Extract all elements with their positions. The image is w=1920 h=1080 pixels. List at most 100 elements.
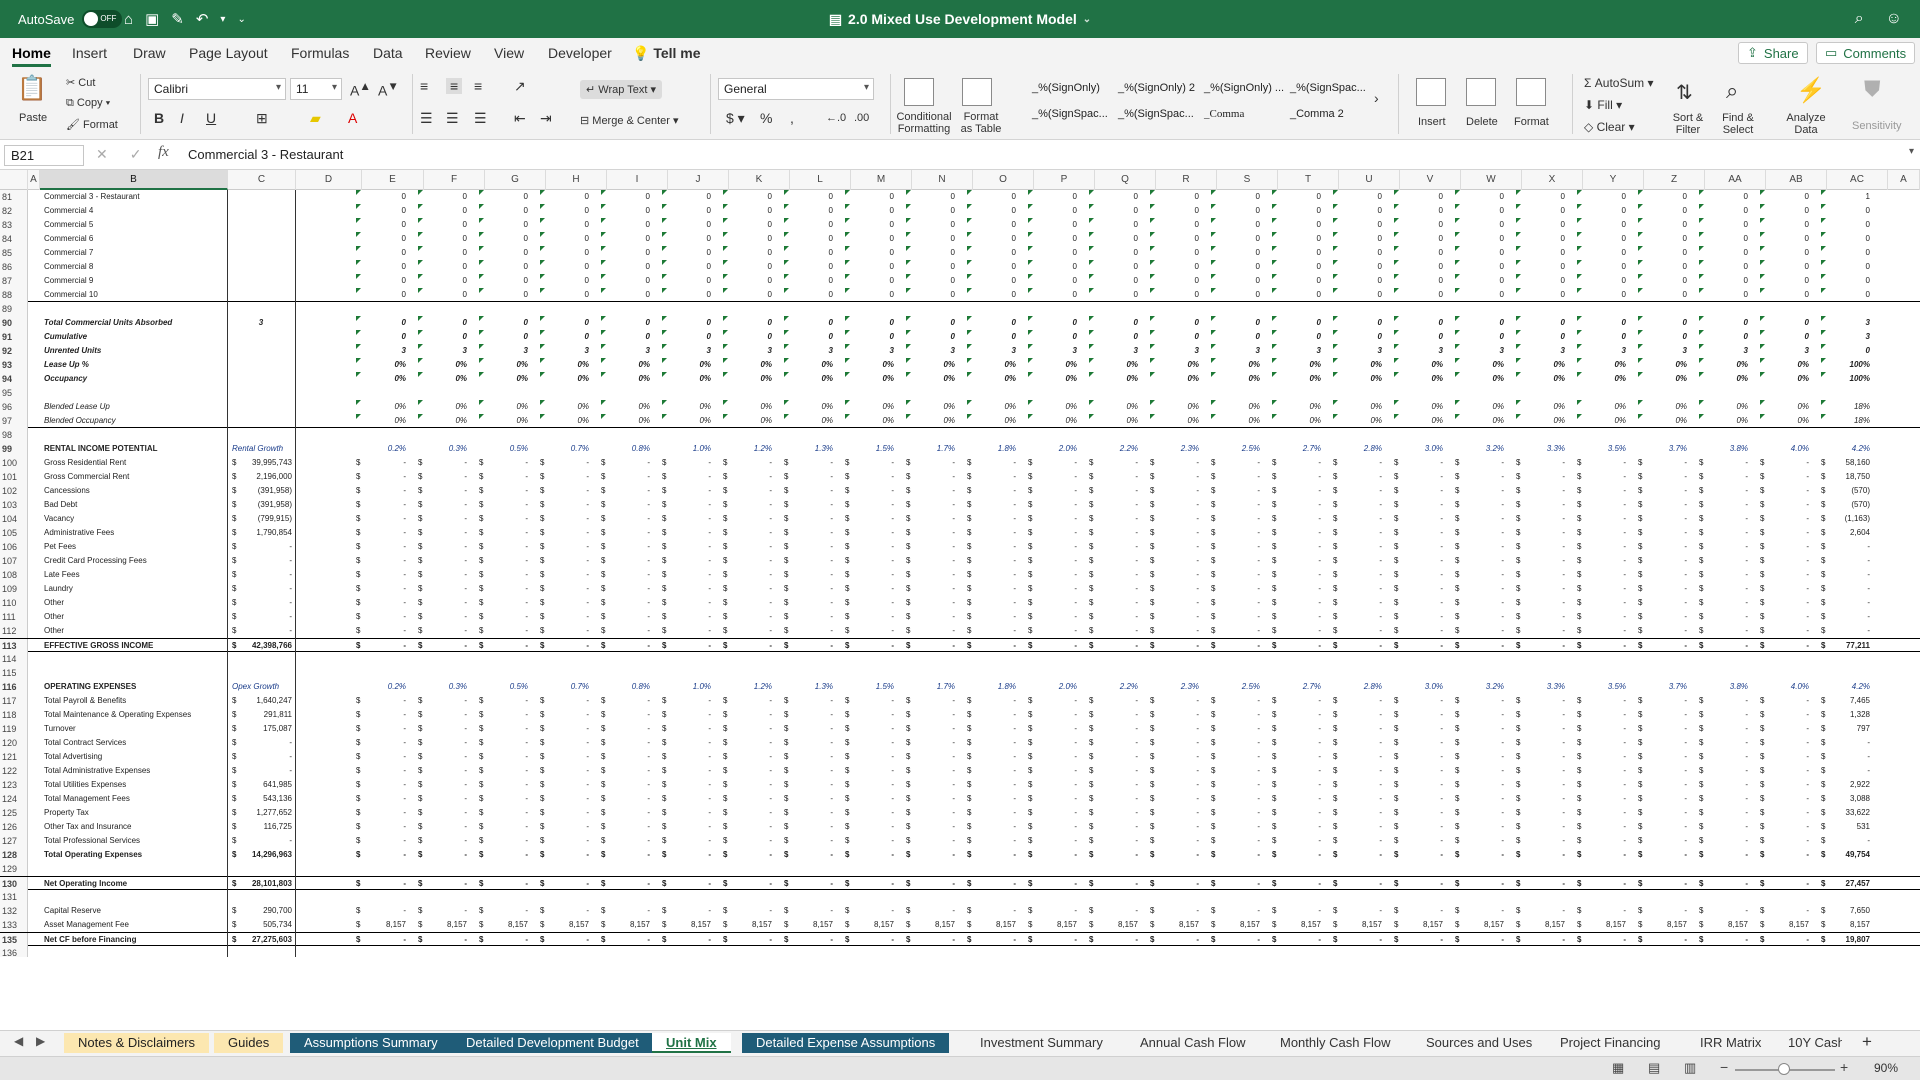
- period-cell[interactable]: 0: [1400, 204, 1443, 218]
- period-cell[interactable]: 0: [668, 204, 711, 218]
- style-cell[interactable]: _Comma 2: [1290, 108, 1344, 120]
- period-cell[interactable]: -: [1278, 456, 1321, 470]
- period-cell[interactable]: -: [1461, 610, 1504, 624]
- period-cell[interactable]: 0: [1278, 260, 1321, 274]
- period-cell[interactable]: 0: [1400, 330, 1443, 344]
- period-cell[interactable]: -: [1644, 764, 1687, 778]
- period-cell[interactable]: 0%: [546, 372, 589, 386]
- period-cell[interactable]: 0: [1278, 288, 1321, 302]
- column-header-i[interactable]: I: [607, 170, 668, 190]
- period-cell[interactable]: -: [790, 792, 833, 806]
- period-cell[interactable]: 0: [1766, 232, 1809, 246]
- row-header[interactable]: 126: [0, 820, 28, 834]
- period-cell[interactable]: 0.5%: [485, 442, 528, 456]
- period-cell[interactable]: 0: [1339, 316, 1382, 330]
- period-cell[interactable]: -: [1156, 554, 1199, 568]
- period-cell[interactable]: -: [1217, 778, 1260, 792]
- period-cell[interactable]: 0: [1644, 330, 1687, 344]
- period-cell[interactable]: -: [1461, 568, 1504, 582]
- period-cell[interactable]: -: [1644, 470, 1687, 484]
- period-cell[interactable]: -: [729, 877, 772, 891]
- period-cell[interactable]: 0: [1278, 316, 1321, 330]
- period-cell[interactable]: -: [1156, 848, 1199, 862]
- period-cell[interactable]: 797: [1827, 722, 1870, 736]
- period-cell[interactable]: -: [1705, 456, 1748, 470]
- period-cell[interactable]: -: [1034, 610, 1077, 624]
- period-cell[interactable]: -: [973, 610, 1016, 624]
- style-cell[interactable]: _%(SignSpac...: [1032, 108, 1108, 120]
- period-cell[interactable]: -: [1217, 540, 1260, 554]
- period-cell[interactable]: -: [668, 610, 711, 624]
- period-cell[interactable]: 0: [1461, 204, 1504, 218]
- period-cell[interactable]: 0%: [1400, 400, 1443, 414]
- period-cell[interactable]: -: [851, 933, 894, 947]
- period-cell[interactable]: -: [851, 834, 894, 848]
- period-cell[interactable]: -: [607, 512, 650, 526]
- period-cell[interactable]: -: [1339, 848, 1382, 862]
- period-cell[interactable]: 0: [912, 232, 955, 246]
- row-label[interactable]: Commercial 7: [44, 246, 93, 260]
- period-cell[interactable]: -: [607, 877, 650, 891]
- period-cell[interactable]: -: [362, 540, 406, 554]
- period-cell[interactable]: -: [790, 834, 833, 848]
- period-cell[interactable]: 0%: [546, 358, 589, 372]
- period-cell[interactable]: -: [790, 722, 833, 736]
- period-cell[interactable]: -: [607, 778, 650, 792]
- period-cell[interactable]: 0%: [1705, 400, 1748, 414]
- period-cell[interactable]: -: [546, 750, 589, 764]
- period-cell[interactable]: -: [1278, 722, 1321, 736]
- period-cell[interactable]: -: [1095, 554, 1138, 568]
- period-cell[interactable]: -: [424, 877, 467, 891]
- period-cell[interactable]: 0: [1766, 190, 1809, 204]
- period-cell[interactable]: -: [1583, 834, 1626, 848]
- period-cell[interactable]: -: [1278, 582, 1321, 596]
- period-cell[interactable]: -: [1583, 540, 1626, 554]
- period-cell[interactable]: -: [1705, 512, 1748, 526]
- format-as-table-button[interactable]: Format as Table: [958, 111, 1004, 135]
- row-label[interactable]: Cumulative: [44, 330, 87, 344]
- period-cell[interactable]: -: [790, 596, 833, 610]
- period-cell[interactable]: -: [912, 694, 955, 708]
- period-cell[interactable]: 0: [973, 260, 1016, 274]
- period-cell[interactable]: 0: [1278, 274, 1321, 288]
- period-cell[interactable]: -: [851, 708, 894, 722]
- period-cell[interactable]: 0: [1278, 218, 1321, 232]
- period-cell[interactable]: -: [729, 904, 772, 918]
- period-cell[interactable]: 2.2%: [1095, 442, 1138, 456]
- period-cell[interactable]: -: [1278, 848, 1321, 862]
- period-cell[interactable]: -: [729, 596, 772, 610]
- period-cell[interactable]: 0%: [851, 358, 894, 372]
- period-cell[interactable]: -: [1217, 792, 1260, 806]
- period-cell[interactable]: 0: [1156, 330, 1199, 344]
- period-cell[interactable]: -: [1705, 834, 1748, 848]
- period-cell[interactable]: 0.8%: [607, 680, 650, 694]
- find-select-icon[interactable]: ⌕: [1726, 78, 1738, 104]
- period-cell[interactable]: -: [1156, 694, 1199, 708]
- period-cell[interactable]: 3: [1217, 344, 1260, 358]
- period-cell[interactable]: 0: [1339, 190, 1382, 204]
- period-cell[interactable]: -: [424, 933, 467, 947]
- period-cell[interactable]: -: [1705, 708, 1748, 722]
- period-cell[interactable]: -: [1461, 639, 1504, 653]
- period-cell[interactable]: -: [607, 624, 650, 638]
- period-cell[interactable]: -: [424, 806, 467, 820]
- period-cell[interactable]: -: [1644, 568, 1687, 582]
- period-cell[interactable]: 0: [1644, 190, 1687, 204]
- row-label[interactable]: Turnover: [44, 722, 76, 736]
- period-cell[interactable]: -: [546, 554, 589, 568]
- align-right-icon[interactable]: ☰: [474, 110, 487, 127]
- period-cell[interactable]: 0%: [1034, 400, 1077, 414]
- period-cell[interactable]: 0%: [1339, 400, 1382, 414]
- align-middle-icon[interactable]: ≡: [446, 78, 463, 94]
- period-cell[interactable]: -: [485, 456, 528, 470]
- period-cell[interactable]: -: [607, 750, 650, 764]
- period-cell[interactable]: -: [1156, 778, 1199, 792]
- period-cell[interactable]: -: [851, 639, 894, 653]
- period-cell[interactable]: 0: [362, 190, 406, 204]
- period-cell[interactable]: -: [424, 498, 467, 512]
- period-cell[interactable]: -: [1461, 554, 1504, 568]
- row-label[interactable]: Total Utilities Expenses: [44, 778, 126, 792]
- period-cell[interactable]: -: [1461, 736, 1504, 750]
- period-cell[interactable]: -: [1217, 722, 1260, 736]
- period-cell[interactable]: -: [668, 694, 711, 708]
